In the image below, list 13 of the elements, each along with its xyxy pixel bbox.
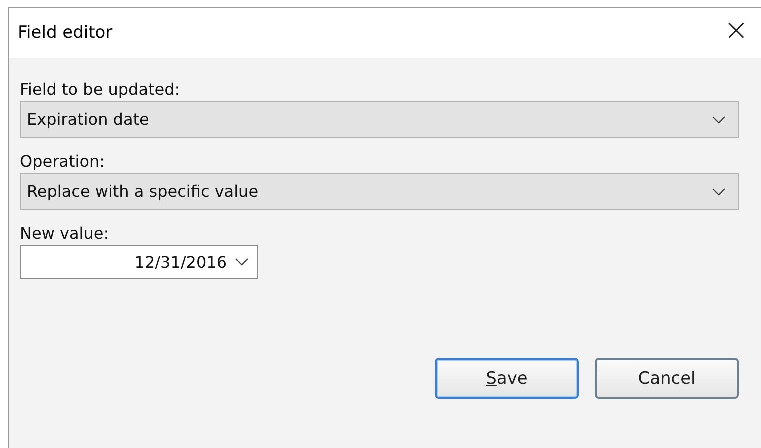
field-label: New value: [20, 224, 110, 243]
save-button[interactable]: Save [435, 358, 579, 399]
chevron-down-icon [235, 258, 249, 266]
cancel-button[interactable]: Cancel [595, 358, 739, 399]
window-title: Field editor [18, 23, 113, 43]
field-label: Operation: [20, 152, 106, 171]
close-button[interactable]: × [712, 16, 761, 50]
date-picker[interactable]: 12/31/2016 [20, 245, 258, 279]
chevron-down-icon [712, 116, 726, 124]
dropdown[interactable]: Expiration date [20, 101, 739, 138]
dropdown[interactable]: Replace with a specific value [20, 173, 739, 210]
field-label: Field to be updated: [20, 80, 182, 99]
chevron-down-icon [712, 188, 726, 196]
